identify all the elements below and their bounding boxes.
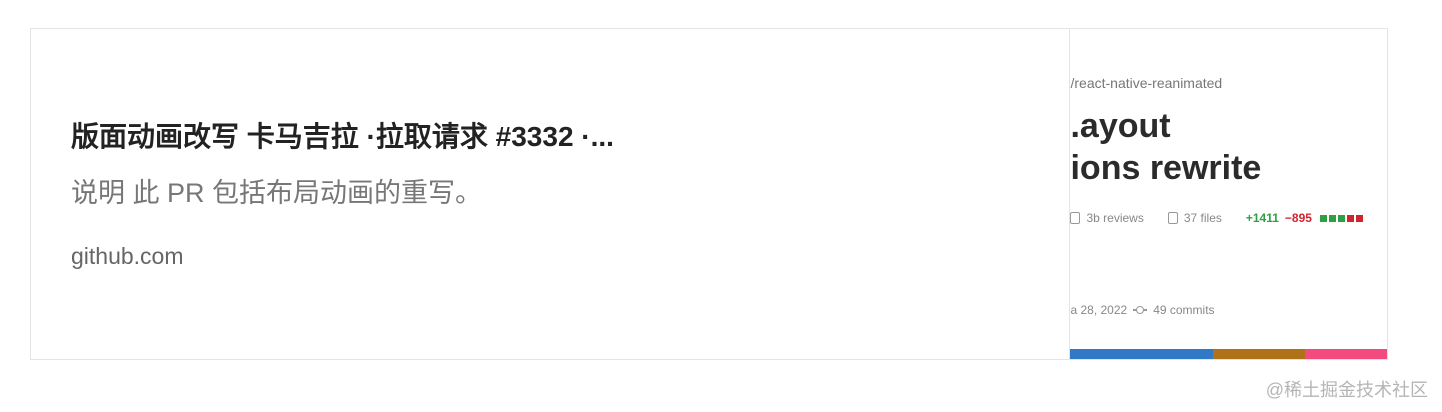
file-icon <box>1167 212 1178 224</box>
diffstat-square <box>1319 215 1327 222</box>
reviews-count: 3b reviews <box>1086 211 1144 225</box>
card-title[interactable]: 版面动画改写 卡马吉拉 ·拉取请求 #3332 ·... <box>71 119 1031 155</box>
watermark: @稀土掘金技术社区 <box>1265 380 1428 400</box>
language-bar-segment <box>1212 349 1305 359</box>
thumbnail-repo-name: /react-native-reanimated <box>1070 75 1223 91</box>
card-text-area[interactable]: 版面动画改写 卡马吉拉 ·拉取请求 #3332 ·... 说明 此 PR 包括布… <box>31 29 1069 359</box>
language-bar-segment <box>1304 349 1387 359</box>
language-bar <box>1070 349 1387 359</box>
language-bar-segment <box>1070 349 1213 359</box>
deletions-count: −895 <box>1284 211 1312 225</box>
thumbnail-meta: a 28, 2022 49 commits <box>1070 303 1214 317</box>
link-preview-card[interactable]: 版面动画改写 卡马吉拉 ·拉取请求 #3332 ·... 说明 此 PR 包括布… <box>30 28 1388 360</box>
thumbnail-stats: 3b reviews 37 files +1411 −895 <box>1070 211 1363 225</box>
diffstat-squares <box>1318 211 1363 225</box>
card-thumbnail[interactable]: /react-native-reanimated .ayout ions rew… <box>1069 29 1387 359</box>
diffstat-square <box>1346 215 1354 222</box>
pr-date: a 28, 2022 <box>1070 303 1128 317</box>
review-icon <box>1070 212 1081 224</box>
diffstat-square <box>1355 215 1363 222</box>
files-count: 37 files <box>1183 211 1222 225</box>
thumbnail-title-line-1: .ayout <box>1070 107 1171 145</box>
additions-count: +1411 <box>1245 211 1279 225</box>
card-description: 说明 此 PR 包括布局动画的重写。 <box>71 178 483 208</box>
diffstat-square <box>1337 215 1345 222</box>
card-domain: github.com <box>71 243 184 269</box>
thumbnail-title: .ayout ions rewrite <box>1070 105 1261 189</box>
thumbnail-title-line-2: ions rewrite <box>1070 149 1262 187</box>
commits-count: 49 commits <box>1153 303 1215 317</box>
diffstat-square <box>1328 215 1336 222</box>
commit-icon <box>1133 306 1148 314</box>
